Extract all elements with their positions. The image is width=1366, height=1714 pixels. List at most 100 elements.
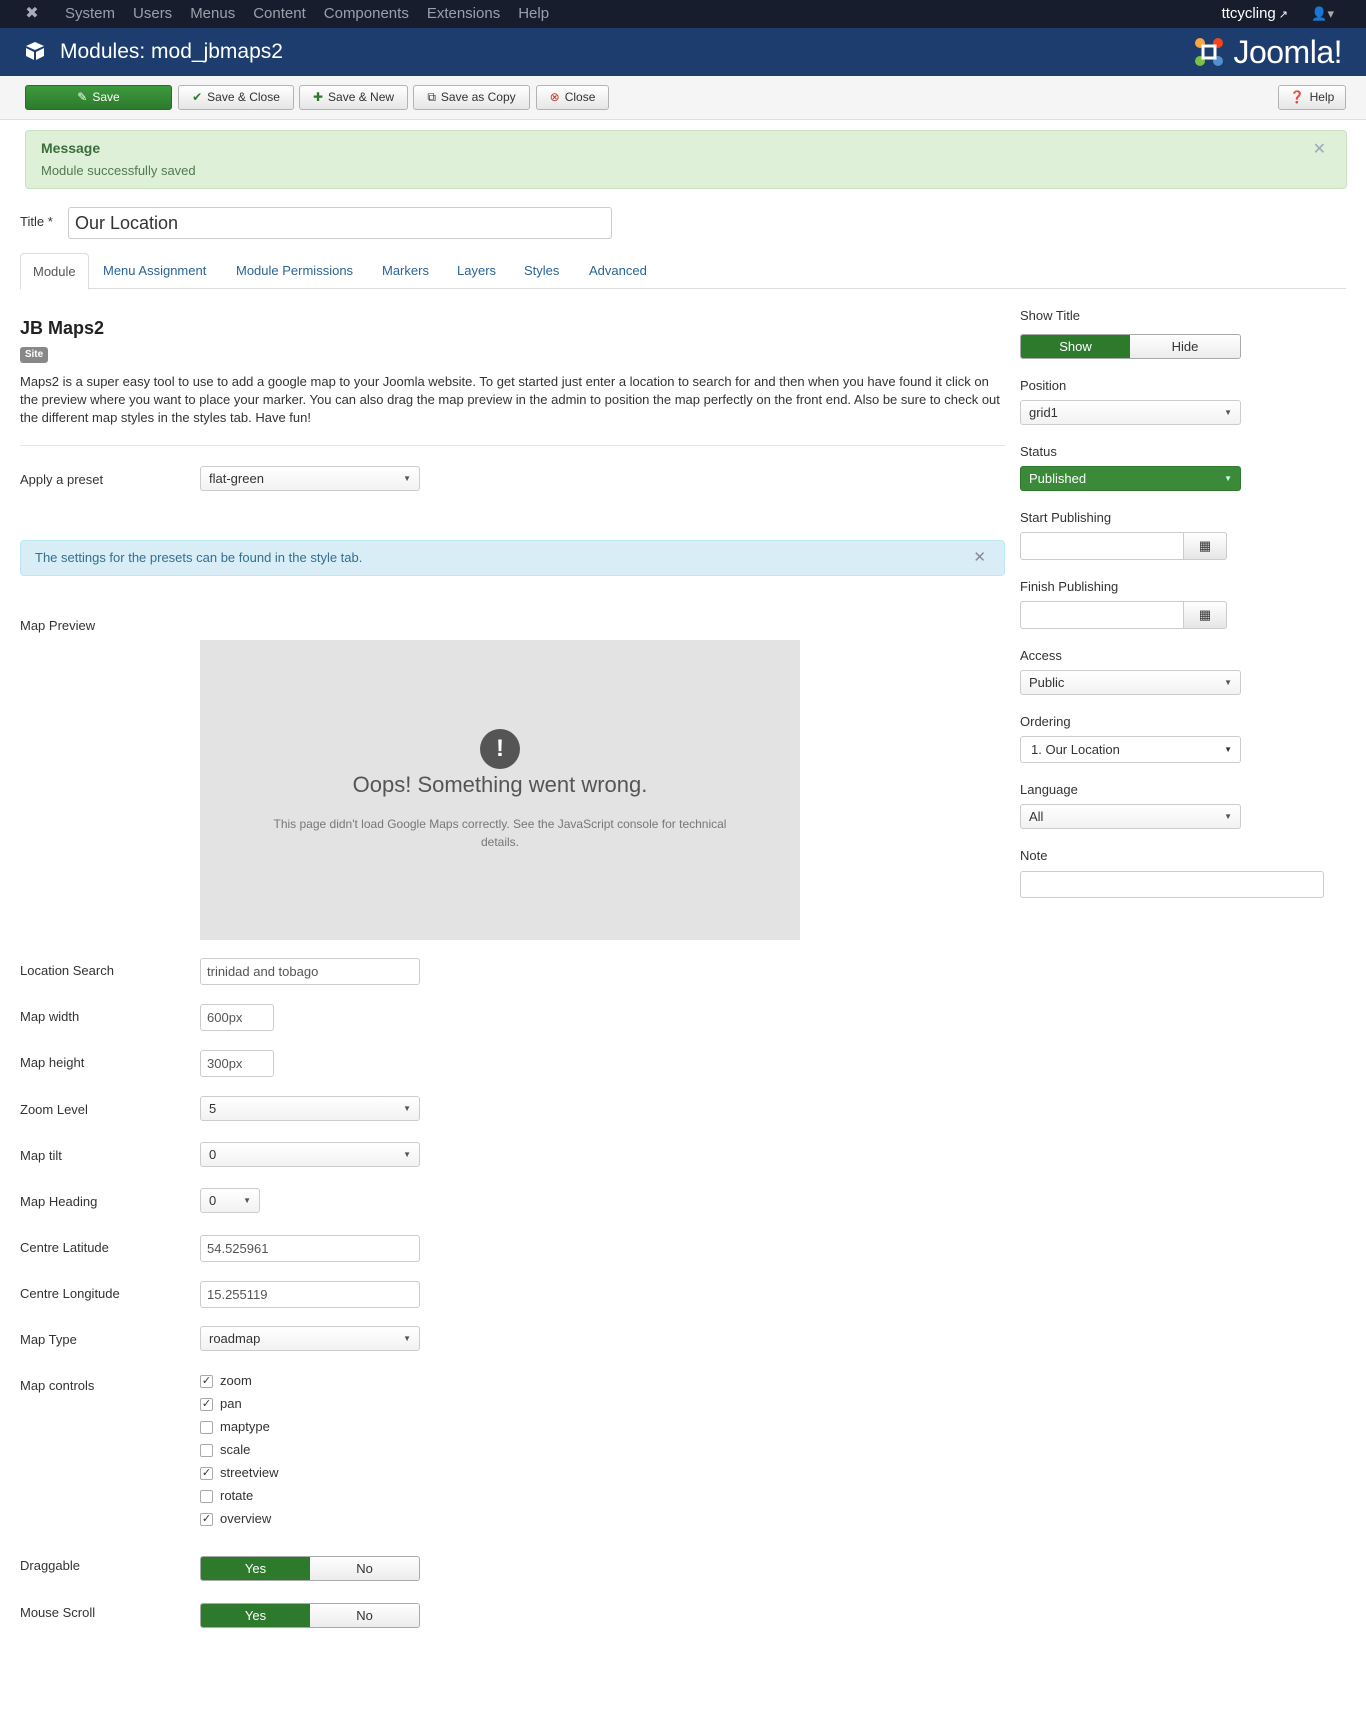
- site-badge: Site: [20, 347, 48, 363]
- position-value: grid1: [1029, 405, 1058, 420]
- save-copy-button[interactable]: ⧉ Save as Copy: [413, 85, 530, 110]
- tilt-select[interactable]: 0 ▼: [200, 1142, 420, 1167]
- pan-checkbox[interactable]: ✓: [200, 1398, 213, 1411]
- map-type-select[interactable]: roadmap ▼: [200, 1326, 420, 1351]
- menu-extensions[interactable]: Extensions: [418, 0, 509, 28]
- info-text: The settings for the presets can be foun…: [35, 550, 363, 565]
- location-search-input[interactable]: trinidad and tobago: [200, 958, 420, 985]
- map-height-input[interactable]: 300px: [200, 1050, 274, 1077]
- caret-down-icon: ▼: [243, 1196, 251, 1205]
- menu-help[interactable]: Help: [509, 0, 558, 28]
- status-label: Status: [1020, 444, 1057, 459]
- heading-select[interactable]: 0 ▼: [200, 1188, 260, 1213]
- hide-button[interactable]: Hide: [1130, 335, 1240, 358]
- user-icon[interactable]: 👤▾: [1311, 0, 1334, 28]
- caret-down-icon: ▼: [1224, 474, 1232, 483]
- site-name[interactable]: ttcycling: [1222, 5, 1276, 22]
- mouse-scroll-yes-button[interactable]: Yes: [201, 1604, 310, 1627]
- tab-layers[interactable]: Layers: [457, 253, 496, 289]
- save-new-button[interactable]: ✚ Save & New: [299, 85, 408, 110]
- save-close-button[interactable]: ✔ Save & Close: [178, 85, 294, 110]
- joomla-menu-icon[interactable]: ✖: [22, 4, 42, 24]
- maptype-checkbox[interactable]: [200, 1421, 213, 1434]
- rotate-checkbox[interactable]: [200, 1490, 213, 1503]
- caret-down-icon: ▼: [403, 1334, 411, 1343]
- menu-components[interactable]: Components: [315, 0, 418, 28]
- calendar-icon[interactable]: ▦: [1183, 532, 1227, 560]
- edit-icon: ✎: [77, 90, 88, 104]
- show-title-label: Show Title: [1020, 308, 1080, 323]
- main-menu: System Users Menus Content Components Ex…: [56, 0, 558, 28]
- close-button[interactable]: ⊗ Close: [536, 85, 609, 110]
- save-button[interactable]: ✎ Save: [25, 85, 172, 110]
- caret-down-icon: ▼: [403, 1104, 411, 1113]
- save-close-label: Save & Close: [207, 90, 280, 104]
- note-input[interactable]: [1020, 871, 1324, 898]
- latitude-input[interactable]: 54.525961: [200, 1235, 420, 1262]
- maptype-checkbox-label: maptype: [220, 1419, 270, 1434]
- title-input[interactable]: [68, 207, 612, 239]
- tab-styles[interactable]: Styles: [524, 253, 559, 289]
- close-icon[interactable]: ✕: [973, 541, 986, 575]
- plus-icon: ✚: [312, 90, 324, 104]
- heading-value: 0: [209, 1193, 217, 1208]
- joomla-logo-icon: [1195, 38, 1224, 66]
- zoom-label: Zoom Level: [20, 1102, 88, 1117]
- mouse-scroll-no-button[interactable]: No: [310, 1604, 419, 1627]
- save-label: Save: [92, 90, 120, 104]
- save-copy-label: Save as Copy: [440, 90, 516, 104]
- streetview-checkbox[interactable]: ✓: [200, 1467, 213, 1480]
- draggable-label: Draggable: [20, 1558, 80, 1573]
- start-publishing-label: Start Publishing: [1020, 510, 1112, 525]
- caret-down-icon: ▼: [1224, 678, 1232, 687]
- language-select[interactable]: All ▼: [1020, 804, 1241, 829]
- latitude-label: Centre Latitude: [20, 1240, 109, 1255]
- tab-menu-assignment[interactable]: Menu Assignment: [103, 253, 206, 289]
- longitude-label: Centre Longitude: [20, 1286, 120, 1301]
- module-description: Maps2 is a super easy tool to use to add…: [20, 374, 1000, 425]
- copy-icon: ⧉: [427, 90, 436, 104]
- draggable-yes-button[interactable]: Yes: [201, 1557, 310, 1580]
- help-button[interactable]: ❓ Help: [1278, 85, 1346, 110]
- page-header: Modules: mod_jbmaps2 Joomla!: [0, 28, 1366, 76]
- tab-advanced[interactable]: Advanced: [589, 253, 647, 289]
- ordering-select[interactable]: 1. Our Location ▼: [1020, 736, 1241, 763]
- scale-checkbox[interactable]: [200, 1444, 213, 1457]
- check-icon: ✔: [192, 90, 203, 104]
- draggable-no-button[interactable]: No: [310, 1557, 419, 1580]
- tab-module[interactable]: Module: [20, 253, 89, 290]
- calendar-icon[interactable]: ▦: [1183, 601, 1227, 629]
- show-button[interactable]: Show: [1021, 335, 1130, 358]
- close-label: Close: [564, 90, 596, 104]
- question-icon: ❓: [1289, 90, 1305, 104]
- map-preview[interactable]: ! Oops! Something went wrong. This page …: [200, 640, 800, 940]
- map-width-label: Map width: [20, 1009, 80, 1024]
- access-select[interactable]: Public ▼: [1020, 670, 1241, 695]
- tab-markers[interactable]: Markers: [382, 253, 429, 289]
- status-select[interactable]: Published ▼: [1020, 466, 1241, 491]
- site-link[interactable]: ttcycling ↗: [1222, 0, 1288, 29]
- top-navbar: ✖ System Users Menus Content Components …: [0, 0, 1366, 28]
- message-text: Module successfully saved: [41, 163, 196, 178]
- menu-menus[interactable]: Menus: [181, 0, 244, 28]
- map-width-input[interactable]: 600px: [200, 1004, 274, 1031]
- menu-users[interactable]: Users: [124, 0, 181, 28]
- map-error-title: Oops! Something went wrong.: [352, 772, 648, 797]
- zoom-checkbox[interactable]: ✓: [200, 1375, 213, 1388]
- mouse-scroll-label: Mouse Scroll: [20, 1605, 96, 1620]
- save-new-label: Save & New: [328, 90, 395, 104]
- preset-label: Apply a preset: [20, 472, 104, 487]
- access-label: Access: [1020, 648, 1062, 663]
- tab-module-permissions[interactable]: Module Permissions: [236, 253, 353, 289]
- scale-checkbox-label: scale: [220, 1442, 251, 1457]
- menu-content[interactable]: Content: [244, 0, 315, 28]
- zoom-select[interactable]: 5 ▼: [200, 1096, 420, 1121]
- menu-system[interactable]: System: [56, 0, 124, 28]
- longitude-input[interactable]: 15.255119: [200, 1281, 420, 1308]
- caret-down-icon: ▼: [1224, 745, 1232, 754]
- overview-checkbox[interactable]: ✓: [200, 1513, 213, 1526]
- close-icon[interactable]: ✕: [1313, 139, 1326, 159]
- language-label: Language: [1020, 782, 1078, 797]
- preset-select[interactable]: flat-green ▼: [200, 466, 420, 491]
- position-select[interactable]: grid1 ▼: [1020, 400, 1241, 425]
